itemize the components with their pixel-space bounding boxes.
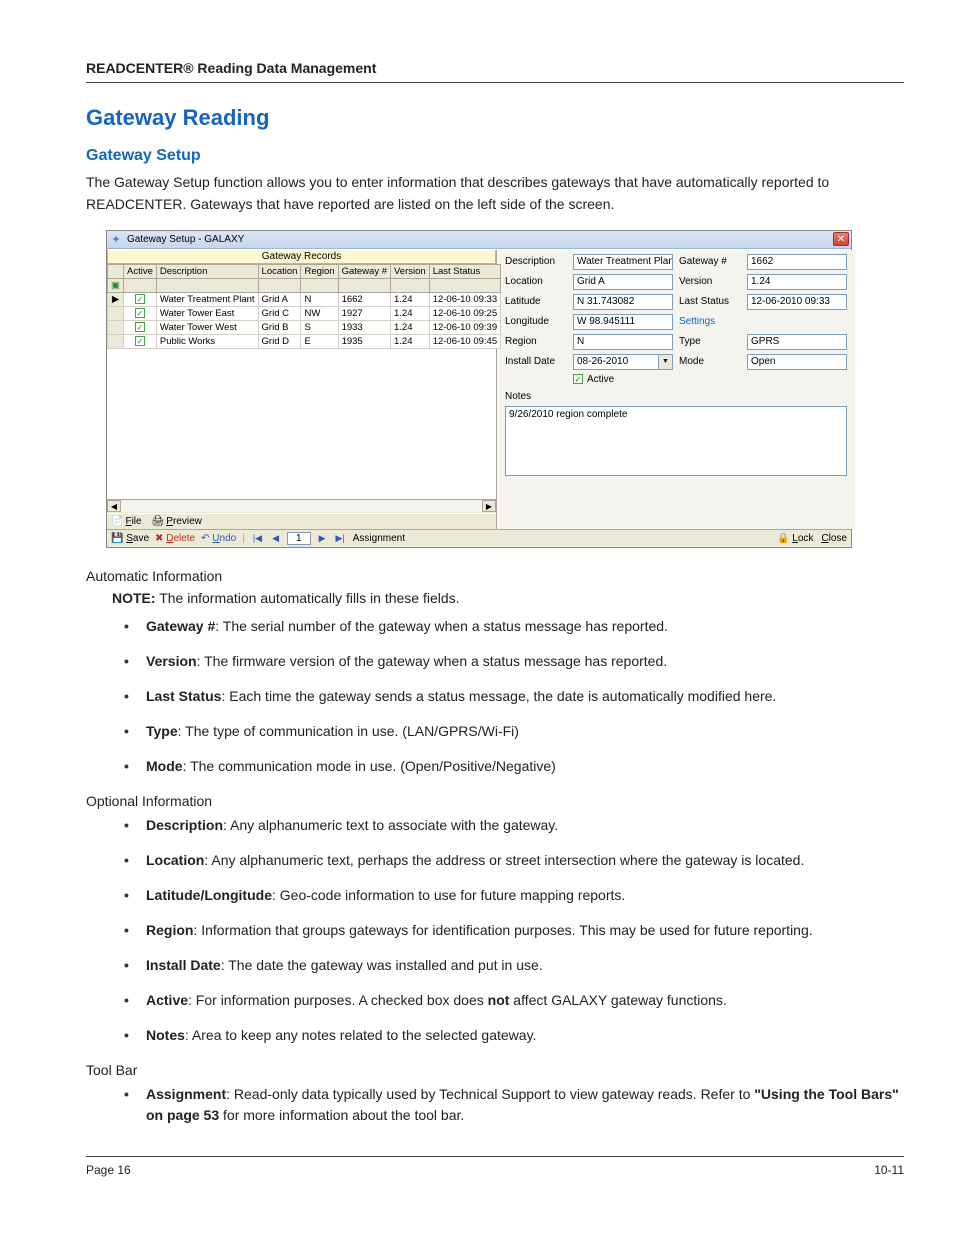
list-item: Region: Information that groups gateways… [124,920,904,941]
settings-legend: Settings [679,314,847,330]
nav-prev-icon[interactable]: ◀ [270,533,281,544]
file-menu[interactable]: 📄File [111,516,142,527]
horizontal-scrollbar[interactable]: ◀ ▶ [107,499,496,513]
label-gateway: Gateway # [679,254,741,270]
list-item: Gateway #: The serial number of the gate… [124,616,904,637]
col-version[interactable]: Version [391,264,430,278]
list-item: Latitude/Longitude: Geo-code information… [124,885,904,906]
filter-row-icon[interactable]: ▣ [108,278,124,292]
field-notes[interactable]: 9/26/2010 region complete [505,406,847,476]
col-description[interactable]: Description [156,264,258,278]
table-row[interactable]: ▶✓Water Treatment PlantGrid AN16621.2412… [108,292,501,306]
col-active[interactable]: Active [123,264,156,278]
field-gateway[interactable]: 1662 [747,254,847,270]
label-longitude: Longitude [505,314,567,330]
chevron-down-icon[interactable]: ▼ [659,354,673,370]
active-checkbox[interactable]: ✓ Active [573,374,673,385]
section-title: Gateway Reading [86,105,904,131]
file-toolbar: 📄File 🖨Preview [107,513,496,529]
page-footer: Page 16 10-11 [86,1156,904,1177]
table-row[interactable]: ✓Public WorksGrid DE19351.2412-06-10 09:… [108,334,501,348]
records-header: Gateway Records [107,250,496,264]
label-mode: Mode [679,354,741,370]
field-mode[interactable]: Open [747,354,847,370]
label-description: Description [505,254,567,270]
list-item: Location: Any alphanumeric text, perhaps… [124,850,904,871]
row-selector-header [108,264,124,278]
close-button[interactable]: Close [821,533,847,544]
field-latitude[interactable]: N 31.743082 [573,294,673,310]
window-titlebar: ✦ Gateway Setup - GALAXY ✕ [107,231,851,249]
close-icon[interactable]: ✕ [833,232,849,246]
list-item: Type: The type of communication in use. … [124,721,904,742]
gateway-records-table[interactable]: Active Description Location Region Gatew… [107,264,501,349]
footer-number: 10-11 [874,1163,904,1177]
label-region: Region [505,334,567,350]
scroll-right-icon[interactable]: ▶ [482,500,496,512]
col-region[interactable]: Region [301,264,338,278]
bottom-toolbar: 💾 Save ✖ Delete ↶ Undo | |◀ ◀ 1 ▶ ▶| Ass… [107,529,851,547]
field-install-date[interactable]: 08-26-2010 ▼ [573,354,673,370]
list-item: Active: For information purposes. A chec… [124,990,904,1011]
note-line: NOTE: The information automatically fill… [112,590,904,606]
label-version: Version [679,274,741,290]
table-row[interactable]: ✓Water Tower WestGrid BS19331.2412-06-10… [108,320,501,334]
page-header: READCENTER® Reading Data Management [86,60,904,83]
field-region[interactable]: N [573,334,673,350]
undo-button[interactable]: ↶ Undo [201,533,236,544]
page-number[interactable]: 1 [287,532,311,545]
save-button[interactable]: 💾 Save [111,533,149,544]
nav-next-icon[interactable]: ▶ [317,533,328,544]
field-location[interactable]: Grid A [573,274,673,290]
label-latitude: Latitude [505,294,567,310]
preview-button[interactable]: 🖨Preview [152,516,202,527]
label-active: Active [587,374,614,385]
auto-info-list: Gateway #: The serial number of the gate… [124,616,904,777]
list-item: Install Date: The date the gateway was i… [124,955,904,976]
field-description[interactable]: Water Treatment Plant [573,254,673,270]
lock-button[interactable]: 🔒 Lock [777,533,813,544]
table-row[interactable]: ✓Water Tower EastGrid CNW19271.2412-06-1… [108,306,501,320]
subsection-title: Gateway Setup [86,147,904,165]
assignment-button[interactable]: Assignment [353,533,405,544]
gateway-setup-screenshot: ✦ Gateway Setup - GALAXY ✕ Gateway Recor… [106,230,852,548]
toolbar-list: Assignment: Read-only data typically use… [124,1084,904,1126]
checkbox-icon[interactable]: ✓ [573,374,583,384]
list-item: Notes: Area to keep any notes related to… [124,1025,904,1046]
details-form: Description Water Treatment Plant Gatewa… [497,250,855,529]
col-location[interactable]: Location [258,264,301,278]
toolbar-heading: Tool Bar [86,1062,904,1078]
optional-info-heading: Optional Information [86,793,904,809]
col-last-status[interactable]: Last Status [429,264,500,278]
col-gateway[interactable]: Gateway # [338,264,390,278]
list-item: Mode: The communication mode in use. (Op… [124,756,904,777]
field-type[interactable]: GPRS [747,334,847,350]
delete-button[interactable]: ✖ Delete [155,533,195,544]
field-version[interactable]: 1.24 [747,274,847,290]
label-install-date: Install Date [505,354,567,370]
list-item: Description: Any alphanumeric text to as… [124,815,904,836]
nav-first-icon[interactable]: |◀ [251,533,264,544]
list-item: Last Status: Each time the gateway sends… [124,686,904,707]
nav-last-icon[interactable]: ▶| [334,533,347,544]
app-icon: ✦ [109,232,123,246]
label-location: Location [505,274,567,290]
label-type: Type [679,334,741,350]
label-notes: Notes [505,389,847,402]
intro-paragraph: The Gateway Setup function allows you to… [86,171,904,216]
field-last-status[interactable]: 12-06-2010 09:33 [747,294,847,310]
optional-info-list: Description: Any alphanumeric text to as… [124,815,904,1046]
scroll-left-icon[interactable]: ◀ [107,500,121,512]
window-title: Gateway Setup - GALAXY [127,234,833,245]
footer-page: Page 16 [86,1163,131,1177]
field-longitude[interactable]: W 98.945111 [573,314,673,330]
list-item: Version: The firmware version of the gat… [124,651,904,672]
label-last-status: Last Status [679,294,741,310]
list-item: Assignment: Read-only data typically use… [124,1084,904,1126]
auto-info-heading: Automatic Information [86,568,904,584]
